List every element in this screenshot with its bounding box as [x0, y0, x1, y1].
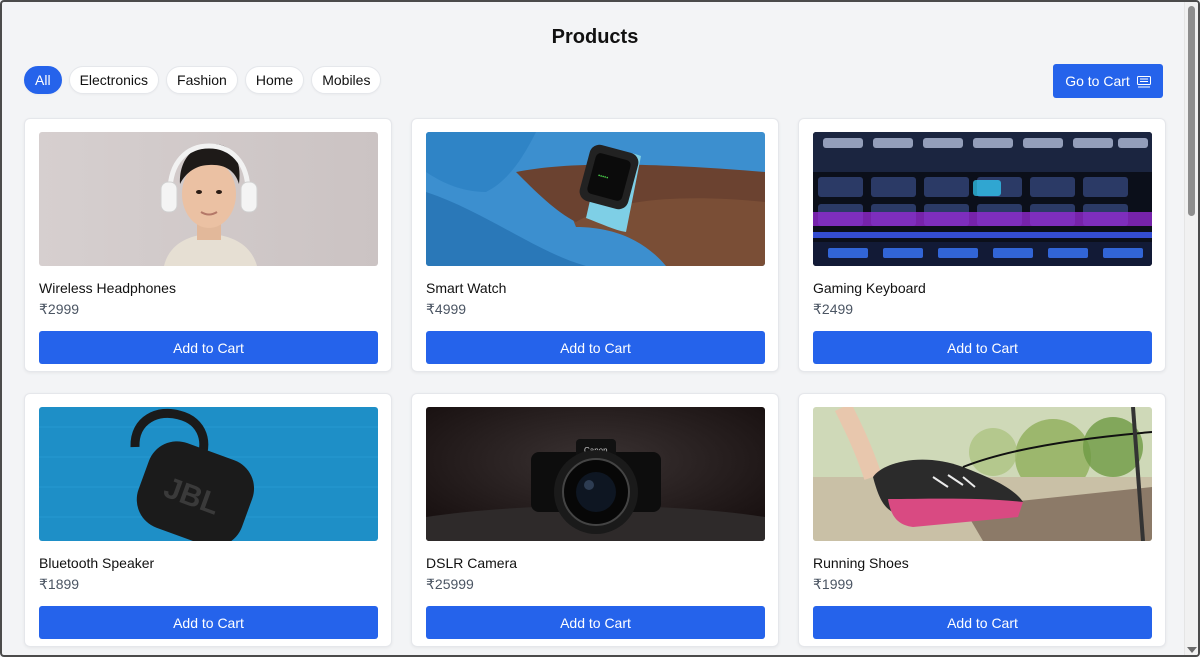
product-price: ₹25999: [426, 576, 474, 592]
page-scrollbar[interactable]: [1184, 2, 1198, 655]
filter-chip-home[interactable]: Home: [244, 66, 305, 94]
app-window: Products All Electronics Fashion Home Mo…: [0, 0, 1200, 657]
product-card: Running Shoes ₹1999 Add to Cart: [798, 393, 1166, 647]
product-grid: Wireless Headphones ₹2999 Add to Cart ••…: [24, 118, 1166, 647]
product-image-bluetooth-speaker: JBL: [39, 407, 378, 541]
add-to-cart-button[interactable]: Add to Cart: [39, 606, 378, 639]
product-image-smart-watch: •••••: [426, 132, 765, 266]
product-card: Gaming Keyboard ₹2499 Add to Cart: [798, 118, 1166, 372]
product-card: Canon DSLR Camera ₹25999 Add to Cart: [411, 393, 779, 647]
cart-icon: [1136, 75, 1151, 88]
product-name: Smart Watch: [426, 280, 507, 296]
scroll-down-arrow-icon[interactable]: [1187, 647, 1197, 653]
product-name: Gaming Keyboard: [813, 280, 926, 296]
product-image-running-shoes: [813, 407, 1152, 541]
product-image-gaming-keyboard: [813, 132, 1152, 266]
filter-chip-electronics[interactable]: Electronics: [68, 66, 160, 94]
product-card: JBL Bluetooth Speaker ₹1899 Add to Cart: [24, 393, 392, 647]
go-to-cart-label: Go to Cart: [1065, 73, 1130, 89]
product-name: DSLR Camera: [426, 555, 518, 571]
product-price: ₹1999: [813, 576, 854, 592]
filter-chip-all[interactable]: All: [24, 66, 62, 94]
add-to-cart-button[interactable]: Add to Cart: [39, 331, 378, 364]
add-to-cart-button[interactable]: Add to Cart: [813, 606, 1152, 639]
product-card: ••••• Smart Watch ₹4999 Add to Cart: [411, 118, 779, 372]
add-to-cart-button[interactable]: Add to Cart: [426, 606, 765, 639]
filter-chip-mobiles[interactable]: Mobiles: [311, 66, 382, 94]
product-name: Bluetooth Speaker: [39, 555, 155, 571]
product-price: ₹2499: [813, 301, 854, 317]
go-to-cart-button[interactable]: Go to Cart: [1053, 64, 1163, 98]
product-image-dslr-camera: Canon: [426, 407, 765, 541]
product-name: Wireless Headphones: [39, 280, 176, 296]
product-price: ₹2999: [39, 301, 80, 317]
product-price: ₹1899: [39, 576, 80, 592]
product-image-wireless-headphones: [39, 132, 378, 266]
page-title: Products: [551, 26, 639, 48]
add-to-cart-button[interactable]: Add to Cart: [813, 331, 1152, 364]
category-filters: All Electronics Fashion Home Mobiles: [24, 66, 382, 94]
product-price: ₹4999: [426, 301, 467, 317]
scrollbar-thumb[interactable]: [1188, 6, 1195, 216]
product-name: Running Shoes: [813, 555, 909, 571]
product-card: Wireless Headphones ₹2999 Add to Cart: [24, 118, 392, 372]
filter-chip-fashion[interactable]: Fashion: [166, 66, 238, 94]
add-to-cart-button[interactable]: Add to Cart: [426, 331, 765, 364]
